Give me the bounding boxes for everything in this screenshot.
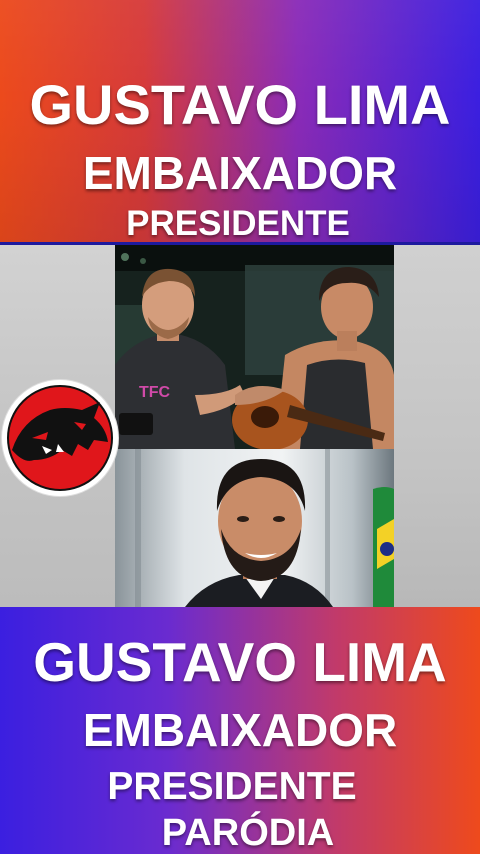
middle-right-panel (394, 245, 480, 607)
portrait-illustration (115, 449, 394, 607)
bottom-title-line2: EMBAIXADOR (82, 704, 398, 756)
video-frame: GUSTAVO LIMA EMBAIXADOR PRESIDENTE TFC G… (0, 0, 480, 854)
video-clip-guitar[interactable]: TFC (115, 245, 394, 449)
video-clip-portrait[interactable] (115, 449, 394, 607)
bottom-title-line3: PRESIDENTE (107, 765, 357, 808)
top-title-line3: PRESIDENTE (126, 204, 350, 243)
shirt-logo-text: TFC (139, 384, 171, 401)
bottom-title-line1: GUSTAVO LIMA (33, 631, 447, 693)
bottom-title-line4: PARÓDIA (161, 812, 335, 854)
thundercats-logo-icon (7, 385, 113, 491)
top-title-line1: GUSTAVO LIMA (29, 73, 451, 136)
thundercats-logo (2, 380, 118, 496)
guitar-scene-illustration: TFC (115, 245, 394, 449)
top-title-line2: EMBAIXADOR (82, 147, 398, 199)
